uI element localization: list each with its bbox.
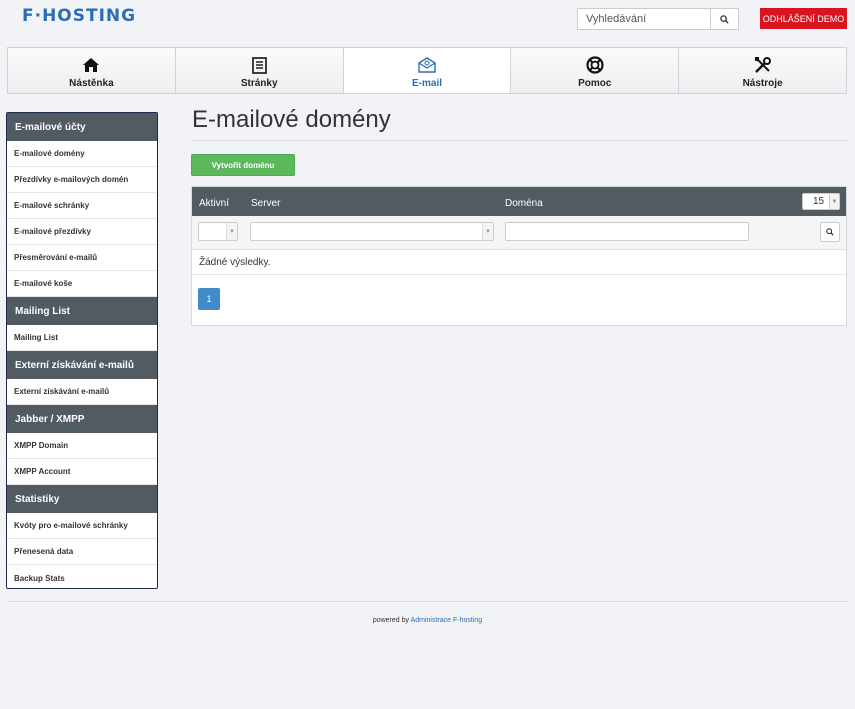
footer-divider xyxy=(7,601,847,602)
sidebar-item-trash[interactable]: E-mailové koše xyxy=(7,271,157,297)
no-results-message: Žádné výsledky. xyxy=(192,250,846,275)
sidebar: E-mailové účty E-mailové domény Přezdívk… xyxy=(6,112,158,589)
sidebar-item-backup-stats[interactable]: Backup Stats xyxy=(7,565,157,588)
tab-email[interactable]: E-mail xyxy=(343,48,512,93)
search-input[interactable]: Vyhledávání xyxy=(577,8,710,30)
active-filter-select[interactable]: ▼ xyxy=(198,222,238,241)
email-icon xyxy=(418,56,436,74)
chevron-down-icon: ▼ xyxy=(829,194,839,209)
page-title: E-mailové domény xyxy=(192,106,391,133)
chevron-down-icon: ▼ xyxy=(226,223,237,240)
logo[interactable]: F·HOSTING xyxy=(22,6,136,26)
create-domain-button[interactable]: Vytvořit doménu xyxy=(191,154,295,176)
column-header-server[interactable]: Server xyxy=(251,198,280,209)
search-icon xyxy=(826,228,834,236)
footer-link[interactable]: Administrace F-hosting xyxy=(411,617,483,624)
sidebar-item-email-domains[interactable]: E-mailové domény xyxy=(7,141,157,167)
sidebar-section-title: Mailing List xyxy=(7,297,157,325)
tab-help[interactable]: Pomoc xyxy=(511,48,680,93)
tab-pages[interactable]: Stránky xyxy=(175,48,344,93)
domain-filter-input[interactable] xyxy=(505,222,749,241)
sidebar-section-title: Statistiky xyxy=(7,485,157,513)
sidebar-section-title: E-mailové účty xyxy=(7,113,157,141)
sidebar-item-transferred-data[interactable]: Přenesená data xyxy=(7,539,157,565)
tools-icon xyxy=(754,56,772,74)
chevron-down-icon: ▼ xyxy=(482,223,493,240)
table-header: Aktivní Server Doména 15 ▼ xyxy=(192,187,846,216)
domains-table: Aktivní Server Doména 15 ▼ ▼ ▼ Žádné výs… xyxy=(191,186,847,326)
sidebar-item-domain-aliases[interactable]: Přezdívky e-mailových domén xyxy=(7,167,157,193)
tab-label: Nástěnka xyxy=(69,78,114,89)
main-nav: Nástěnka Stránky E-mail Pomoc Nástroje xyxy=(7,47,847,94)
sidebar-item-mailbox-quotas[interactable]: Kvóty pro e-mailové schránky xyxy=(7,513,157,539)
home-icon xyxy=(82,56,100,74)
sidebar-item-email-aliases[interactable]: E-mailové přezdívky xyxy=(7,219,157,245)
tab-dashboard[interactable]: Nástěnka xyxy=(8,48,176,93)
filter-search-button[interactable] xyxy=(820,222,840,242)
tab-label: Nástroje xyxy=(742,78,783,89)
sidebar-item-external-fetch[interactable]: Externí získávání e-mailů xyxy=(7,379,157,405)
pagination-page-1[interactable]: 1 xyxy=(198,288,220,310)
column-header-domain[interactable]: Doména xyxy=(505,198,543,209)
search-icon xyxy=(720,14,729,24)
tab-label: E-mail xyxy=(411,78,442,89)
sidebar-item-xmpp-account[interactable]: XMPP Account xyxy=(7,459,157,485)
logout-button[interactable]: ODHLÁŠENÍ DEMO xyxy=(760,8,847,29)
sidebar-item-mailboxes[interactable]: E-mailové schránky xyxy=(7,193,157,219)
tab-label: Pomoc xyxy=(578,78,612,89)
footer: powered by Administrace F-hosting xyxy=(0,617,855,624)
page-size-select[interactable]: 15 ▼ xyxy=(802,193,840,210)
sidebar-item-mailing-list[interactable]: Mailing List xyxy=(7,325,157,351)
page-size-value: 15 xyxy=(813,196,825,207)
sidebar-item-forwarding[interactable]: Přesměrování e-mailů xyxy=(7,245,157,271)
search-button[interactable] xyxy=(710,8,739,30)
tab-tools[interactable]: Nástroje xyxy=(679,48,846,93)
server-filter-select[interactable]: ▼ xyxy=(250,222,494,241)
sidebar-section-title: Externí získávání e-mailů xyxy=(7,351,157,379)
title-divider xyxy=(192,140,847,141)
tab-label: Stránky xyxy=(240,78,278,89)
footer-text: powered by xyxy=(372,617,410,624)
search-box: Vyhledávání xyxy=(577,8,739,30)
sidebar-section-title: Jabber / XMPP xyxy=(7,405,157,433)
page-icon xyxy=(251,56,267,74)
sidebar-item-xmpp-domain[interactable]: XMPP Domain xyxy=(7,433,157,459)
column-header-active[interactable]: Aktivní xyxy=(199,198,229,209)
lifebuoy-icon xyxy=(586,56,604,74)
filter-row: ▼ ▼ xyxy=(192,216,846,250)
